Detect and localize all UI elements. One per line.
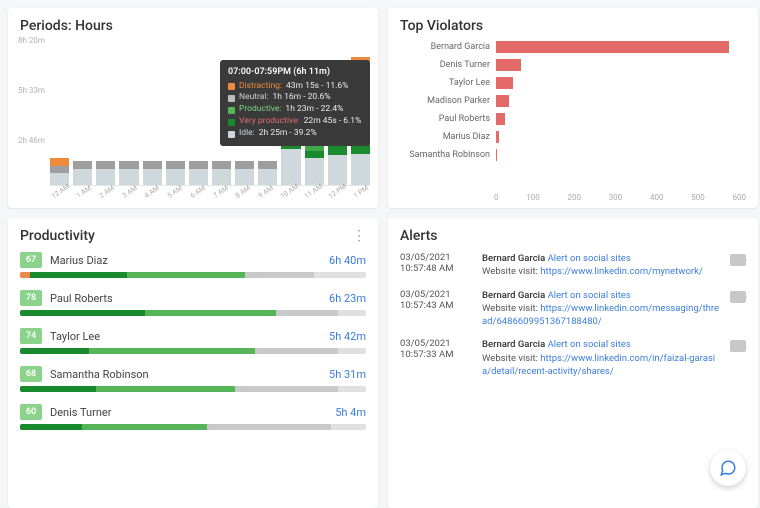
periods-hours-card: Periods: Hours 8h 20m 5h 33m 2h 46m 12 A… xyxy=(8,8,378,208)
productivity-card: Productivity ⋮ 67 Marius Diaz 6h 40m 78 Paul… xyxy=(8,218,378,508)
violator-bar xyxy=(496,59,521,71)
productivity-name: Denis Turner xyxy=(50,406,111,419)
alert-row[interactable]: 03/05/202110:57:33 AMBernard Garcia Aler… xyxy=(400,338,746,378)
periods-xaxis: 12 AM1 AM2 AM3 AM4 AM5 AM6 AM7 AM8 AM9 A… xyxy=(50,194,370,202)
periods-bar[interactable] xyxy=(189,36,208,185)
violator-bar xyxy=(496,95,509,107)
violator-bar xyxy=(496,113,505,125)
productivity-name: Marius Diaz xyxy=(50,254,108,267)
productivity-name: Taylor Lee xyxy=(50,330,100,343)
alerts-card: Alerts 03/05/202110:57:48 AM Bernard Garc… xyxy=(388,218,758,508)
violator-name: Samantha Robinson xyxy=(400,150,496,160)
productivity-score: 67 xyxy=(20,252,42,268)
alerts-list: 03/05/202110:57:48 AM Bernard Garcia Aler… xyxy=(400,252,746,378)
productivity-item[interactable]: 68 Samantha Robinson 5h 31m xyxy=(20,366,366,392)
productivity-bar xyxy=(20,272,366,278)
violators-title: Top Violators xyxy=(400,18,746,34)
periods-bar[interactable] xyxy=(166,36,185,185)
alert-rule-link[interactable]: Alert on social sites xyxy=(548,339,631,350)
alert-rule-link[interactable]: Alert on social sites xyxy=(548,290,631,301)
alert-rule-link[interactable]: Alert on social sites xyxy=(548,253,631,264)
productivity-item[interactable]: 78 Paul Roberts 6h 23m xyxy=(20,290,366,316)
chat-icon xyxy=(719,459,737,477)
alert-timestamp: 03/05/202110:57:43 AM xyxy=(400,289,472,329)
periods-bar[interactable] xyxy=(143,36,162,185)
productivity-bar xyxy=(20,424,366,430)
productivity-name: Paul Roberts xyxy=(50,292,113,305)
violators-chart[interactable]: Bernard Garcia Denis Turner Taylor Lee Madi… xyxy=(400,38,746,186)
top-violators-card: Top Violators Bernard Garcia Denis Turner… xyxy=(388,8,758,208)
violator-row[interactable]: Paul Roberts xyxy=(400,110,746,128)
violator-name: Taylor Lee xyxy=(400,78,496,88)
periods-bar[interactable] xyxy=(119,36,138,185)
alerts-title: Alerts xyxy=(400,228,746,244)
productivity-name: Samantha Robinson xyxy=(50,368,149,381)
productivity-score: 60 xyxy=(20,404,42,420)
screenshot-icon[interactable] xyxy=(730,340,746,352)
violator-name: Marius Diaz xyxy=(400,132,496,142)
productivity-bar xyxy=(20,310,366,316)
alert-body: Bernard Garcia Alert on social sitesWebs… xyxy=(482,289,722,329)
violator-row[interactable]: Marius Diaz xyxy=(400,128,746,146)
screenshot-icon[interactable] xyxy=(730,254,746,266)
violators-xaxis: 0100200300400500600 xyxy=(494,193,746,202)
violator-row[interactable]: Bernard Garcia xyxy=(400,38,746,56)
periods-bar[interactable] xyxy=(73,36,92,185)
alert-url-link[interactable]: https://www.linkedin.com/messaging/threa… xyxy=(482,303,719,327)
violator-row[interactable]: Samantha Robinson xyxy=(400,146,746,164)
periods-bar[interactable] xyxy=(50,36,69,185)
violator-bar xyxy=(496,41,729,53)
violator-row[interactable]: Madison Parker xyxy=(400,92,746,110)
periods-yaxis: 8h 20m 5h 33m 2h 46m xyxy=(18,36,45,186)
periods-title: Periods: Hours xyxy=(20,18,366,34)
screenshot-icon[interactable] xyxy=(730,291,746,303)
chat-button[interactable] xyxy=(710,450,746,486)
productivity-item[interactable]: 74 Taylor Lee 5h 42m xyxy=(20,328,366,354)
productivity-time[interactable]: 5h 31m xyxy=(329,368,366,381)
productivity-time[interactable]: 5h 42m xyxy=(329,330,366,343)
violator-bar xyxy=(496,131,499,143)
alert-row[interactable]: 03/05/202110:57:43 AMBernard Garcia Aler… xyxy=(400,289,746,329)
productivity-score: 68 xyxy=(20,366,42,382)
productivity-bar xyxy=(20,386,366,392)
productivity-time[interactable]: 6h 23m xyxy=(329,292,366,305)
violator-bar xyxy=(496,149,497,161)
violator-bar xyxy=(496,77,513,89)
productivity-bar xyxy=(20,348,366,354)
productivity-title: Productivity xyxy=(20,228,366,244)
productivity-item[interactable]: 67 Marius Diaz 6h 40m xyxy=(20,252,366,278)
productivity-score: 74 xyxy=(20,328,42,344)
more-menu-icon[interactable]: ⋮ xyxy=(352,228,366,244)
violator-name: Bernard Garcia xyxy=(400,42,496,52)
productivity-list: 67Marius Diaz6h 40m78Paul Roberts6h 23m7… xyxy=(20,252,366,430)
alert-url-link[interactable]: https://www.linkedin.com/mynetwork/ xyxy=(540,266,703,277)
violator-row[interactable]: Taylor Lee xyxy=(400,74,746,92)
productivity-item[interactable]: 60 Denis Turner 5h 4m xyxy=(20,404,366,430)
alert-body: Bernard Garcia Alert on social sitesWebs… xyxy=(482,252,722,279)
alert-row[interactable]: 03/05/202110:57:48 AM Bernard Garcia Aler… xyxy=(400,252,746,279)
productivity-score: 78 xyxy=(20,290,42,306)
periods-bar[interactable] xyxy=(96,36,115,185)
alert-url-link[interactable]: https://www.linkedin.com/in/faizal-garas… xyxy=(482,353,715,377)
violator-name: Paul Roberts xyxy=(400,114,496,124)
periods-tooltip: 07:00-07:59PM (6h 11m) Distracting: 43m … xyxy=(220,60,370,146)
tooltip-title: 07:00-07:59PM (6h 11m) xyxy=(228,66,362,79)
alert-body: Bernard Garcia Alert on social sitesWebs… xyxy=(482,338,722,378)
alert-timestamp: 03/05/202110:57:33 AM xyxy=(400,338,472,378)
violator-name: Denis Turner xyxy=(400,60,496,70)
alert-timestamp: 03/05/202110:57:48 AM xyxy=(400,252,472,279)
violator-name: Madison Parker xyxy=(400,96,496,106)
productivity-time[interactable]: 5h 4m xyxy=(335,406,366,419)
productivity-time[interactable]: 6h 40m xyxy=(329,254,366,267)
violator-row[interactable]: Denis Turner xyxy=(400,56,746,74)
